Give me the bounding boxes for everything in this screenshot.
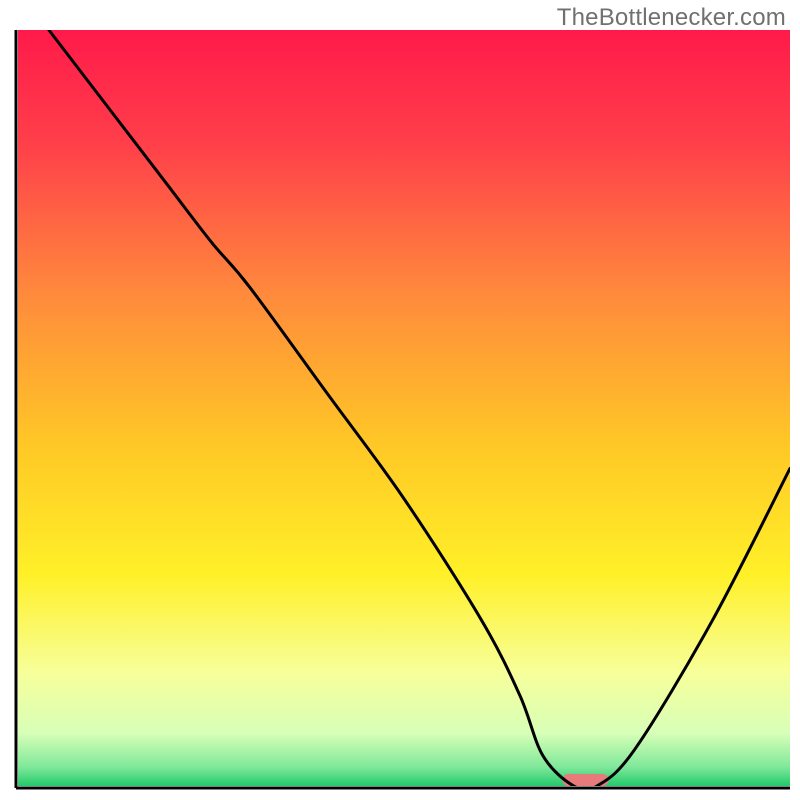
chart-svg <box>0 0 800 800</box>
watermark-label: TheBottlenecker.com <box>557 4 786 32</box>
chart-stage: TheBottlenecker.com <box>0 0 800 800</box>
gradient-background <box>18 30 790 786</box>
